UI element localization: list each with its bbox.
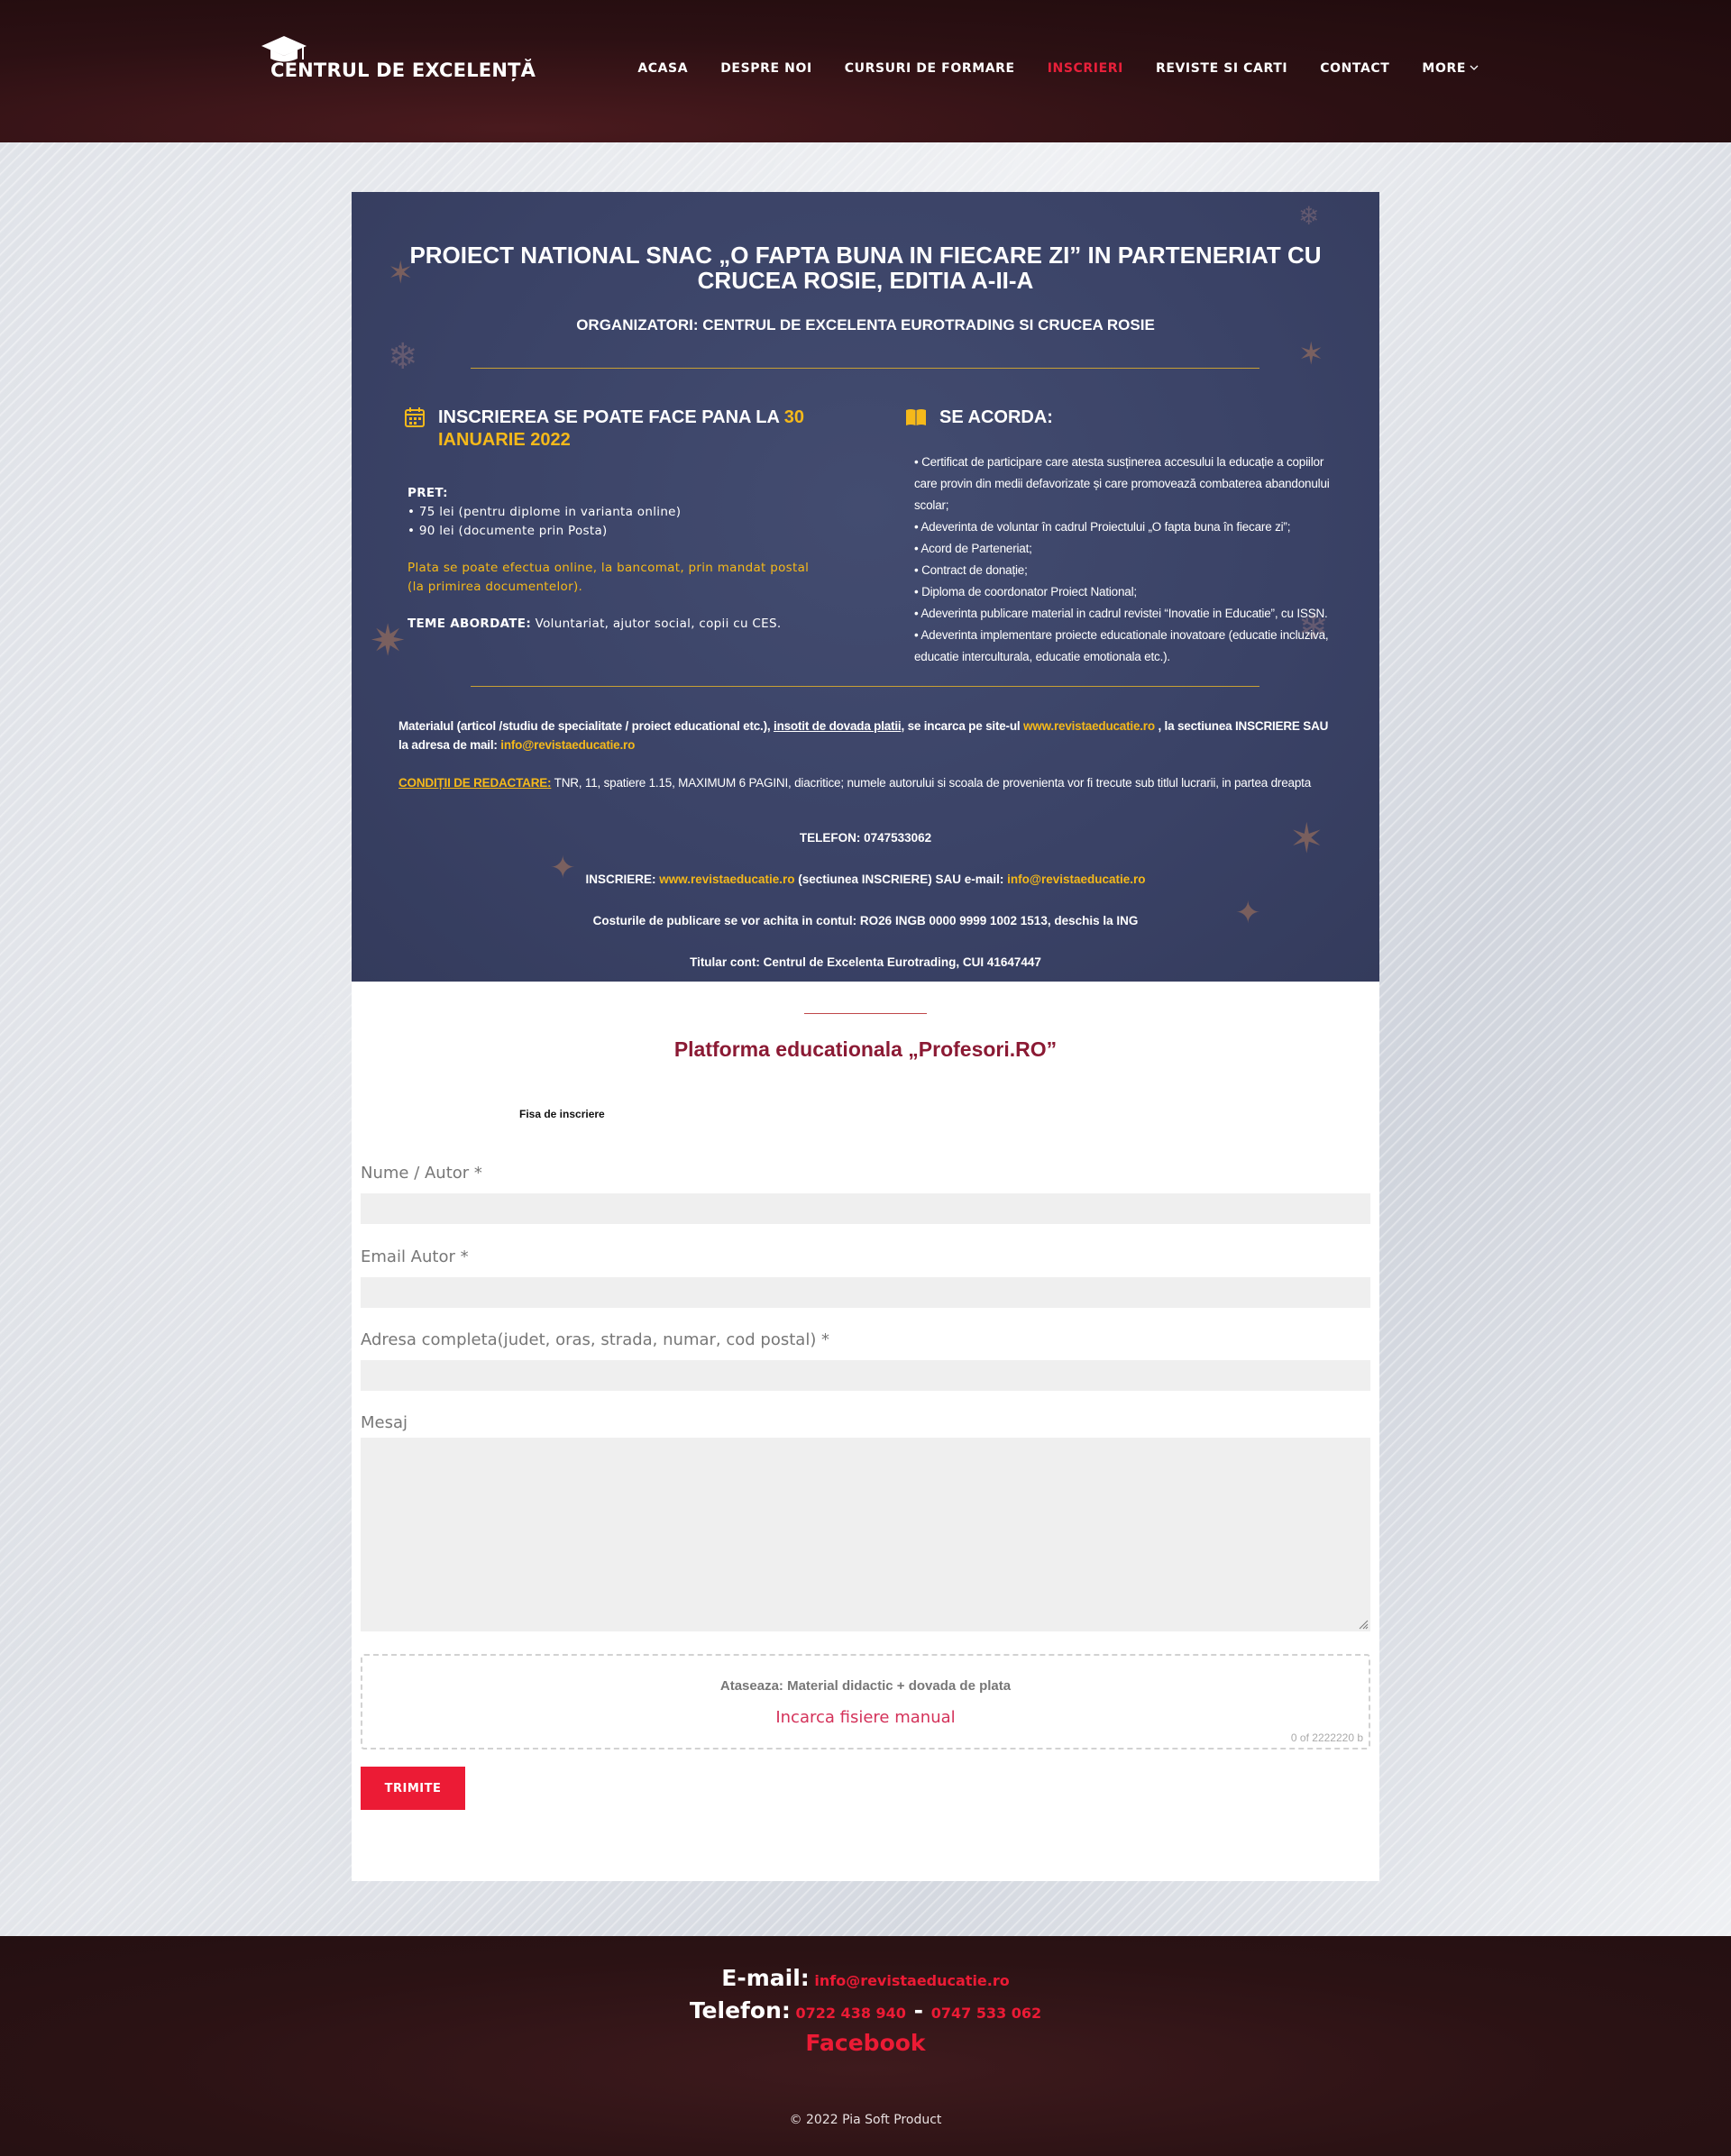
calendar-icon xyxy=(405,407,425,427)
section-divider xyxy=(804,1013,927,1014)
footer-email-link[interactable]: info@revistaeducatie.ro xyxy=(814,1972,1009,1989)
material-text: , se incarca pe site-ul xyxy=(901,719,1023,733)
snowflake-decoration: ❄ xyxy=(388,337,418,377)
banner-organizers: ORGANIZATORI: CENTRUL DE EXCELENTA EUROT… xyxy=(576,316,1155,333)
site-header: CENTRUL DE EXCELENȚĂ ACASA DESPRE NOI CU… xyxy=(0,0,1731,142)
inscriere-email-link[interactable]: info@revistaeducatie.ro xyxy=(1007,872,1145,886)
price-post: • 90 lei (documente prin Posta) xyxy=(408,524,608,538)
project-banner: ✶ ✶ ✷ ✶ ✦ ✦ ❄ ❄ ❄ PROIECT NATIONAL SNAC … xyxy=(352,192,1379,982)
message-label: Mesaj xyxy=(361,1413,408,1432)
material-instructions: Materialul (articol /studiu de specialit… xyxy=(398,717,1333,754)
email-link[interactable]: info@revistaeducatie.ro xyxy=(500,738,635,752)
file-dropzone[interactable]: Ataseaza: Material didactic + dovada de … xyxy=(361,1654,1370,1749)
book-icon xyxy=(906,409,926,425)
award-item: • Adeverinta publicare material in cadru… xyxy=(914,607,1328,620)
material-text: Materialul (articol /studiu de specialit… xyxy=(398,719,774,733)
price-label: PRET: xyxy=(408,486,448,500)
main-nav: ACASA DESPRE NOI CURSURI DE FORMARE INSC… xyxy=(637,61,1479,76)
inscriere-label: INSCRIERE: xyxy=(585,872,660,886)
message-field[interactable] xyxy=(361,1438,1370,1631)
submit-button[interactable]: TRIMITE xyxy=(361,1767,465,1810)
name-field[interactable] xyxy=(361,1193,1370,1224)
nav-inscrieri[interactable]: INSCRIERI xyxy=(1048,61,1123,76)
platform-title: Platforma educationala „Profesori.RO” xyxy=(673,1037,1058,1061)
logo-text: CENTRUL DE EXCELENȚĂ xyxy=(270,59,536,81)
footer-email-line: E-mail: info@revistaeducatie.ro xyxy=(0,1965,1731,1991)
nav-contact[interactable]: CONTACT xyxy=(1320,61,1389,76)
payment-info: Plata se poate efectua online, la bancom… xyxy=(408,561,810,594)
snowflake-decoration: ❄ xyxy=(1298,202,1320,230)
site-logo[interactable]: CENTRUL DE EXCELENȚĂ xyxy=(260,36,536,81)
price-online: • 75 lei (pentru diplome in varianta onl… xyxy=(408,505,682,519)
footer-phone-2[interactable]: 0747 533 062 xyxy=(931,2005,1041,2022)
award-item: • Contract de donație; xyxy=(914,563,1028,577)
footer-phone-line: Telefon: 0722 438 940 - 0747 533 062 xyxy=(0,1997,1731,2024)
footer-phone-label: Telefon: xyxy=(689,1997,791,2024)
nav-cursuri-de-formare[interactable]: CURSURI DE FORMARE xyxy=(845,61,1015,76)
awards-column: SE ACORDA: • Certificat de participare c… xyxy=(905,407,1338,668)
nav-acasa[interactable]: ACASA xyxy=(637,61,688,76)
registration-heading: INSCRIEREA SE POATE FACE PANA LA 30 IANU… xyxy=(438,407,828,452)
dropzone-title: Ataseaza: Material didactic + dovada de … xyxy=(719,1678,1012,1694)
themes-label: TEME ABORDATE: xyxy=(408,617,532,631)
resize-grip-icon[interactable] xyxy=(1358,1619,1369,1630)
account-line: Costurile de publicare se vor achita in … xyxy=(592,914,1139,927)
inscriere-text: (sectiunea INSCRIERE) SAU e-mail: xyxy=(794,872,1008,886)
email-label: Email Autor * xyxy=(361,1247,469,1266)
footer-phone-1[interactable]: 0722 438 940 xyxy=(795,2005,905,2022)
writing-conditions: CONDIȚII DE REDACTARE: TNR, 11, spatiere… xyxy=(398,773,1333,792)
upload-files-link[interactable]: Incarca fisiere manual xyxy=(362,1708,1369,1727)
nav-more[interactable]: MORE xyxy=(1422,61,1479,76)
themes-text: Voluntariat, ajutor social, copii cu CES… xyxy=(531,617,782,631)
email-field[interactable] xyxy=(361,1277,1370,1308)
award-item: • Diploma de coordonator Proiect Nationa… xyxy=(914,585,1137,598)
copyright: © 2022 Pia Soft Product xyxy=(789,2113,942,2127)
inscriere-site-link[interactable]: www.revistaeducatie.ro xyxy=(659,872,794,886)
registration-column: INSCRIEREA SE POATE FACE PANA LA 30 IANU… xyxy=(404,407,828,652)
award-item: • Adeverinta implementare proiecte educa… xyxy=(914,628,1329,663)
main-card: ✶ ✶ ✷ ✶ ✦ ✦ ❄ ❄ ❄ PROIECT NATIONAL SNAC … xyxy=(352,192,1379,1881)
gold-divider xyxy=(471,686,1259,687)
registration-heading-text: INSCRIEREA SE POATE FACE PANA LA xyxy=(438,407,784,427)
award-item: • Adeverinta de voluntar în cadrul Proie… xyxy=(914,520,1291,534)
phone-line: TELEFON: 0747533062 xyxy=(799,831,932,845)
footer-facebook-link[interactable]: Facebook xyxy=(0,2030,1731,2056)
footer-phone-separator: - xyxy=(905,1997,931,2024)
nav-despre-noi[interactable]: DESPRE NOI xyxy=(720,61,812,76)
star-decoration: ✶ xyxy=(1298,337,1324,371)
address-field[interactable] xyxy=(361,1360,1370,1391)
award-item: • Acord de Parteneriat; xyxy=(914,542,1032,555)
star-decoration: ✷ xyxy=(370,617,407,665)
site-link[interactable]: www.revistaeducatie.ro xyxy=(1023,719,1155,733)
chevron-down-icon xyxy=(1470,65,1479,70)
upload-size-counter: 0 of 2222220 b xyxy=(1290,1731,1363,1744)
inscriere-line: INSCRIERE: www.revistaeducatie.ro (secti… xyxy=(398,872,1333,886)
awards-heading: SE ACORDA: xyxy=(939,407,1053,427)
award-item: • Certificat de participare care atesta … xyxy=(914,455,1330,512)
nav-more-label: MORE xyxy=(1422,61,1466,76)
name-label: Nume / Autor * xyxy=(361,1164,482,1183)
payment-proof-text: insotit de dovada platii xyxy=(774,719,902,733)
conditions-text: TNR, 11, spatiere 1.15, MAXIMUM 6 PAGINI… xyxy=(551,776,1312,790)
site-footer: E-mail: info@revistaeducatie.ro Telefon:… xyxy=(0,1936,1731,2156)
gold-divider xyxy=(471,368,1259,369)
conditions-label: CONDIȚII DE REDACTARE: xyxy=(398,776,552,790)
form-title: Fisa de inscriere xyxy=(519,1108,605,1120)
banner-title: PROIECT NATIONAL SNAC „O FAPTA BUNA IN F… xyxy=(409,242,1322,294)
address-label: Adresa completa(judet, oras, strada, num… xyxy=(361,1330,830,1349)
account-holder: Titular cont: Centrul de Excelenta Eurot… xyxy=(690,955,1041,969)
footer-email-label: E-mail: xyxy=(721,1965,810,1991)
nav-reviste-si-carti[interactable]: REVISTE SI CARTI xyxy=(1156,61,1287,76)
